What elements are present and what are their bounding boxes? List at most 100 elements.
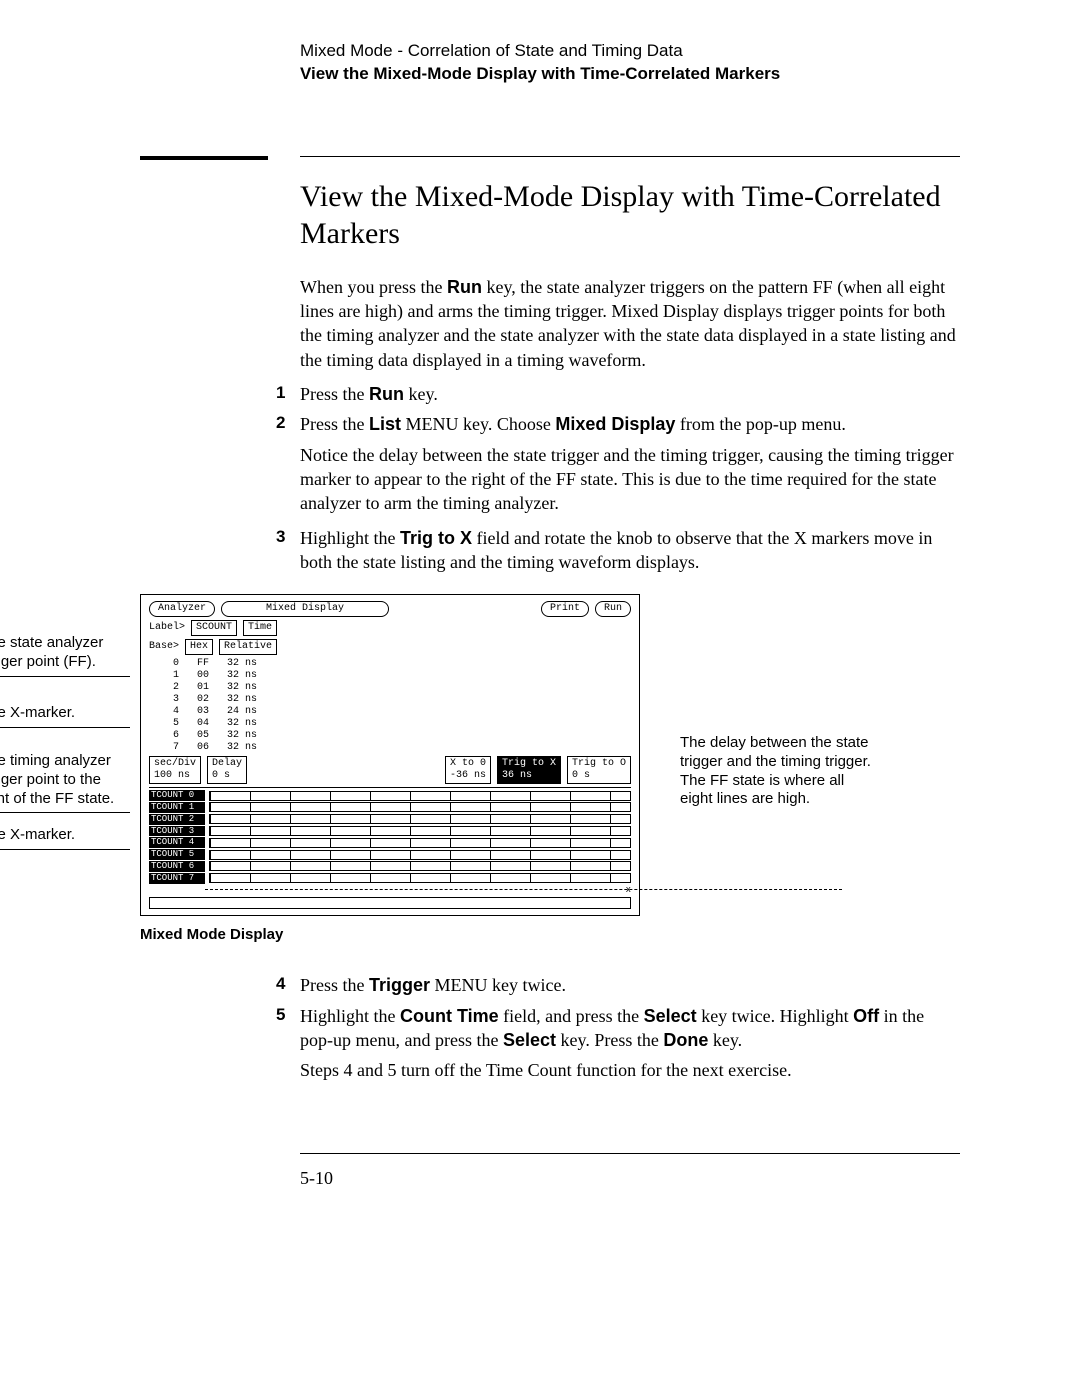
run-key-label: Run <box>447 277 482 297</box>
t: MENU key twice. <box>430 975 566 995</box>
mixed-display-button[interactable]: Mixed Display <box>221 601 389 617</box>
t: key. Press the <box>556 1030 663 1050</box>
run-key: Run <box>369 384 404 404</box>
waveform <box>209 838 631 848</box>
state-listing: 0 FF 32 ns 1 00 32 ns 2 01 32 ns 3 02 32… <box>173 658 631 754</box>
t: Press the <box>300 975 369 995</box>
wave-label: TCOUNT 0 <box>149 790 205 801</box>
wave-label: TCOUNT 7 <box>149 873 205 884</box>
x-marker-line <box>205 889 842 890</box>
trigger-key: Trigger <box>369 975 430 995</box>
step-number: 4 <box>276 973 285 996</box>
list-key: List <box>369 414 401 434</box>
callout-x-marker-2: The X-marker. <box>0 826 130 850</box>
trig-to-o-box[interactable]: Trig to O0 s <box>567 756 631 784</box>
waveform <box>209 826 631 836</box>
waveform <box>209 850 631 860</box>
t: Press the <box>300 384 369 404</box>
wave-label: TCOUNT 1 <box>149 802 205 813</box>
mixed-mode-figure: The state analyzer trigger point (FF). T… <box>0 594 800 943</box>
section-rule <box>140 156 960 160</box>
time-box[interactable]: Time <box>243 620 277 636</box>
callout-delay: The delay between the state trigger and … <box>680 734 880 809</box>
figure-caption: Mixed Mode Display <box>140 926 800 943</box>
callout-x-marker-1: The X-marker. <box>0 704 130 728</box>
wave-label: TCOUNT 3 <box>149 826 205 837</box>
base-label: Base> <box>149 641 179 653</box>
delay-box[interactable]: Delay0 s <box>207 756 247 784</box>
step-number: 3 <box>276 526 285 549</box>
wave-label: TCOUNT 5 <box>149 849 205 860</box>
relative-box[interactable]: Relative <box>219 639 277 655</box>
done-key: Done <box>663 1030 708 1050</box>
off-label: Off <box>853 1006 879 1026</box>
callout-timing-trigger: The timing analyzer trigger point to the… <box>0 752 130 813</box>
header-line-2: View the Mixed-Mode Display with Time-Co… <box>300 63 960 86</box>
wave-label: TCOUNT 6 <box>149 861 205 872</box>
step-2-note: Notice the delay between the state trigg… <box>300 443 960 516</box>
trig-to-x-box[interactable]: Trig to X36 ns <box>497 756 561 784</box>
step-number: 1 <box>276 382 285 405</box>
hex-box[interactable]: Hex <box>185 639 213 655</box>
scroll-area <box>149 897 631 909</box>
print-button[interactable]: Print <box>541 601 589 617</box>
listing-row: 6 05 32 ns <box>173 730 631 742</box>
x-marker-label: x <box>626 885 631 896</box>
scount-box[interactable]: SCOUNT <box>191 620 237 636</box>
t: field, and press the <box>499 1006 644 1026</box>
listing-row: 4 03 24 ns <box>173 706 631 718</box>
step-number: 5 <box>276 1004 285 1027</box>
select-key: Select <box>644 1006 697 1026</box>
step-number: 2 <box>276 412 285 435</box>
listing-row: 1 00 32 ns <box>173 670 631 682</box>
secdiv-box[interactable]: sec/Div100 ns <box>149 756 201 784</box>
t: key. <box>708 1030 742 1050</box>
intro-a: When you press the <box>300 277 447 297</box>
count-time-label: Count Time <box>400 1006 499 1026</box>
step-2: 2 Press the List MENU key. Choose Mixed … <box>300 412 960 515</box>
x-to-o-box[interactable]: X to 0-36 ns <box>445 756 491 784</box>
wave-label: TCOUNT 2 <box>149 814 205 825</box>
t: Highlight the <box>300 1006 400 1026</box>
t: MENU key. Choose <box>401 414 555 434</box>
wave-label: TCOUNT 4 <box>149 837 205 848</box>
callout-text: The X-marker. <box>0 826 75 843</box>
waveform <box>209 814 631 824</box>
waveform-area: TCOUNT 0 TCOUNT 1 TCOUNT 2 TCOUNT 3 TCOU… <box>149 787 631 909</box>
waveform <box>209 802 631 812</box>
t: key. <box>404 384 438 404</box>
listing-row: 3 02 32 ns <box>173 694 631 706</box>
section-title: View the Mixed-Mode Display with Time-Co… <box>300 178 960 253</box>
t: Highlight the <box>300 528 400 548</box>
listing-row: 5 04 32 ns <box>173 718 631 730</box>
analyzer-screen: Analyzer Mixed Display Print Run Label> … <box>140 594 640 916</box>
run-button[interactable]: Run <box>595 601 631 617</box>
intro-paragraph: When you press the Run key, the state an… <box>300 275 960 372</box>
step-1: 1 Press the Run key. <box>300 382 960 406</box>
callout-text: The X-marker. <box>0 704 75 721</box>
listing-row: 0 FF 32 ns <box>173 658 631 670</box>
t: key twice. Highlight <box>697 1006 853 1026</box>
select-key-2: Select <box>503 1030 556 1050</box>
trig-to-x-label: Trig to X <box>400 528 472 548</box>
callout-state-trigger: The state analyzer trigger point (FF). <box>0 634 130 677</box>
waveform <box>209 873 631 883</box>
step-5: 5 Highlight the Count Time field, and pr… <box>300 1004 960 1083</box>
callout-text: The timing analyzer trigger point to the… <box>0 752 114 807</box>
analyzer-button[interactable]: Analyzer <box>149 601 215 617</box>
waveform <box>209 861 631 871</box>
page-header: Mixed Mode - Correlation of State and Ti… <box>300 40 960 86</box>
callout-text: The state analyzer trigger point (FF). <box>0 634 103 670</box>
t: from the pop-up menu. <box>675 414 845 434</box>
mixed-display-label: Mixed Display <box>555 414 675 434</box>
footer-rule <box>300 1153 960 1154</box>
listing-row: 7 06 32 ns <box>173 742 631 754</box>
waveform <box>209 791 631 801</box>
t: Press the <box>300 414 369 434</box>
step-5-note: Steps 4 and 5 turn off the Time Count fu… <box>300 1058 960 1082</box>
listing-row: 2 01 32 ns <box>173 682 631 694</box>
page-number: 5-10 <box>300 1168 960 1189</box>
label-label: Label> <box>149 622 185 634</box>
callout-text: The delay between the state trigger and … <box>680 734 871 807</box>
step-4: 4 Press the Trigger MENU key twice. <box>300 973 960 997</box>
